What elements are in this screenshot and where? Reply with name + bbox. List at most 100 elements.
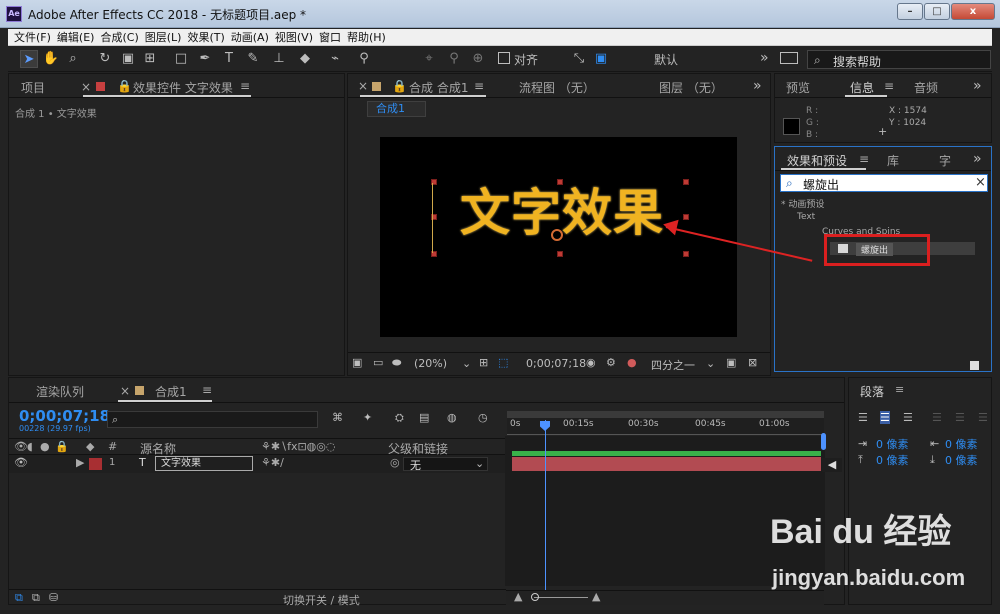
close-button[interactable]: x bbox=[951, 3, 995, 20]
hand-tool-icon[interactable]: ✋ bbox=[42, 50, 60, 68]
timecode-display[interactable]: 0;00;07;18 bbox=[526, 357, 586, 370]
layer-row[interactable]: 👁 ▶ 1 T 文字效果 ⚘✱∕ ◎ 无 ⌄ bbox=[9, 455, 506, 473]
zoom-out-icon[interactable]: ▲ bbox=[514, 590, 522, 603]
view-axis-icon[interactable]: ⊕ bbox=[469, 50, 487, 68]
zoom-in-icon[interactable]: ▲ bbox=[592, 590, 600, 603]
align-right-icon[interactable]: ☰ bbox=[903, 411, 913, 424]
zoom-dropdown[interactable]: (20%) bbox=[414, 357, 447, 370]
graph-editor-icon[interactable]: ◷ bbox=[478, 411, 488, 424]
menu-layer[interactable]: 图层(L) bbox=[145, 29, 182, 46]
transparency-grid-icon[interactable]: ⊠ bbox=[748, 356, 757, 369]
tab-preview[interactable]: 预览 bbox=[786, 79, 810, 96]
panel-menu-icon[interactable]: ≡ bbox=[202, 383, 212, 397]
resolution-dropdown[interactable]: 四分之一 bbox=[651, 357, 695, 373]
motion-blur-icon[interactable]: ◍ bbox=[447, 411, 457, 424]
selection-tool-icon[interactable]: ➤ bbox=[20, 50, 38, 68]
space-after-field[interactable]: 0 像素 bbox=[945, 452, 978, 468]
snapshot-icon[interactable]: ◉ bbox=[586, 356, 596, 369]
tab-effect-controls[interactable]: 效果控件 文字效果 bbox=[133, 79, 233, 96]
pan-behind-tool-icon[interactable]: ⊞ bbox=[141, 50, 159, 68]
anchor-point-icon[interactable] bbox=[551, 229, 563, 241]
tab-layer[interactable]: 图层 （无） bbox=[659, 79, 723, 96]
layer-color-label[interactable] bbox=[89, 458, 102, 470]
eraser-tool-icon[interactable]: ◆ bbox=[296, 50, 314, 68]
effects-search-input[interactable]: 螺旋出 bbox=[803, 176, 839, 193]
tab-character[interactable]: 字 bbox=[939, 152, 951, 169]
menu-animation[interactable]: 动画(A) bbox=[231, 29, 269, 46]
comp-flowchart-icon[interactable]: ⌘ bbox=[332, 411, 343, 424]
close-tab-icon[interactable]: × bbox=[358, 79, 368, 93]
toggle-in-out-icon[interactable]: ⛁ bbox=[49, 591, 58, 604]
close-tab-icon[interactable]: × bbox=[120, 384, 130, 398]
draft-3d-icon[interactable]: ✦ bbox=[363, 411, 372, 424]
maximize-button[interactable]: □ bbox=[924, 3, 950, 20]
tab-info[interactable]: 信息 bbox=[850, 79, 874, 96]
work-area-bar[interactable] bbox=[507, 411, 824, 418]
workspace-more-icon[interactable]: » bbox=[760, 50, 769, 66]
help-search-field[interactable]: ⌕ 搜索帮助 bbox=[807, 50, 991, 69]
timeline-search-field[interactable]: ⌕ bbox=[107, 411, 318, 428]
panel-menu-icon[interactable]: ≡ bbox=[884, 79, 894, 93]
grid-icon[interactable]: ⊞ bbox=[479, 356, 488, 369]
new-preset-icon[interactable] bbox=[970, 361, 979, 370]
menu-effect[interactable]: 效果(T) bbox=[187, 29, 224, 46]
current-time[interactable]: 0;00;07;18 bbox=[19, 407, 110, 425]
align-center-icon[interactable]: ☰ bbox=[880, 411, 890, 424]
close-tab-icon[interactable]: × bbox=[81, 80, 91, 94]
lock-icon[interactable]: 🔒 bbox=[392, 79, 407, 93]
more-tabs-icon[interactable]: » bbox=[973, 151, 982, 167]
shy-layers-icon[interactable]: ⛭ bbox=[395, 411, 404, 425]
tree-text-folder[interactable]: Text bbox=[797, 212, 815, 222]
expand-layer-icon[interactable]: ▶ bbox=[76, 456, 84, 469]
zoom-slider-thumb[interactable] bbox=[531, 593, 539, 601]
workspace-default[interactable]: 默认 bbox=[654, 51, 678, 68]
justify-last-left-icon[interactable]: ☰ bbox=[932, 411, 942, 424]
rectangle-tool-icon[interactable]: □ bbox=[172, 50, 190, 68]
timeline-nav-icon[interactable]: ◀ bbox=[822, 458, 842, 472]
justify-last-center-icon[interactable]: ☰ bbox=[955, 411, 965, 424]
zoom-tool-icon[interactable]: ⌕ bbox=[64, 50, 82, 68]
panel-menu-icon[interactable]: ≡ bbox=[895, 383, 904, 396]
panel-menu-icon[interactable]: ≡ bbox=[474, 79, 484, 93]
menu-view[interactable]: 视图(V) bbox=[275, 29, 313, 46]
region-icon[interactable]: ⬚ bbox=[498, 356, 508, 369]
layer-name-field[interactable]: 文字效果 bbox=[155, 456, 253, 471]
tab-project[interactable]: 项目 bbox=[21, 79, 45, 96]
layer-duration-bar[interactable] bbox=[512, 457, 821, 471]
tab-audio[interactable]: 音频 bbox=[914, 79, 938, 96]
parent-pickwhip-icon[interactable]: ◎ bbox=[390, 456, 400, 469]
puppet-pin-tool-icon[interactable]: ⚲ bbox=[355, 50, 373, 68]
lock-icon[interactable]: 🔒 bbox=[117, 79, 132, 93]
snap-corner-icon[interactable]: ⤡ bbox=[570, 50, 588, 68]
work-area-end-handle[interactable] bbox=[821, 433, 826, 450]
tab-library[interactable]: 库 bbox=[887, 152, 899, 169]
tab-flowchart[interactable]: 流程图 （无） bbox=[519, 79, 595, 96]
workspace-menu-icon[interactable] bbox=[780, 52, 798, 64]
local-axis-icon[interactable]: ⌖ bbox=[420, 50, 438, 68]
composition-subtab[interactable]: 合成1 bbox=[367, 101, 426, 117]
more-tabs-icon[interactable]: » bbox=[973, 78, 982, 94]
menu-edit[interactable]: 编辑(E) bbox=[57, 29, 95, 46]
justify-all-icon[interactable]: ☰ bbox=[978, 411, 988, 424]
menu-window[interactable]: 窗口 bbox=[319, 29, 341, 46]
toggle-modes-icon[interactable]: ⧉ bbox=[32, 591, 40, 605]
effects-search-field[interactable]: ⌕ 螺旋出 × bbox=[780, 174, 988, 192]
show-snapshot-icon[interactable]: ⚙ bbox=[606, 356, 616, 369]
tab-effects-presets[interactable]: 效果和预设 bbox=[787, 152, 847, 169]
world-axis-icon[interactable]: ⚲ bbox=[445, 50, 463, 68]
clone-stamp-tool-icon[interactable]: ⊥ bbox=[270, 50, 288, 68]
panel-menu-icon[interactable]: ≡ bbox=[240, 79, 250, 93]
switches-modes-label[interactable]: 切换开关 / 模式 bbox=[283, 592, 360, 608]
frame-blending-icon[interactable]: ▤ bbox=[419, 411, 429, 424]
pen-tool-icon[interactable]: ✒ bbox=[196, 50, 214, 68]
clear-search-icon[interactable]: × bbox=[975, 175, 986, 190]
rotate-tool-icon[interactable]: ↻ bbox=[96, 50, 114, 68]
bbox-handle-mr[interactable] bbox=[683, 214, 689, 220]
bbox-handle-tr[interactable] bbox=[683, 179, 689, 185]
bbox-handle-tm[interactable] bbox=[557, 179, 563, 185]
snap-checkbox[interactable] bbox=[498, 52, 510, 64]
menu-help[interactable]: 帮助(H) bbox=[347, 29, 386, 46]
space-before-field[interactable]: 0 像素 bbox=[876, 452, 909, 468]
align-left-icon[interactable]: ☰ bbox=[858, 411, 868, 424]
tab-render-queue[interactable]: 渲染队列 bbox=[36, 383, 84, 400]
